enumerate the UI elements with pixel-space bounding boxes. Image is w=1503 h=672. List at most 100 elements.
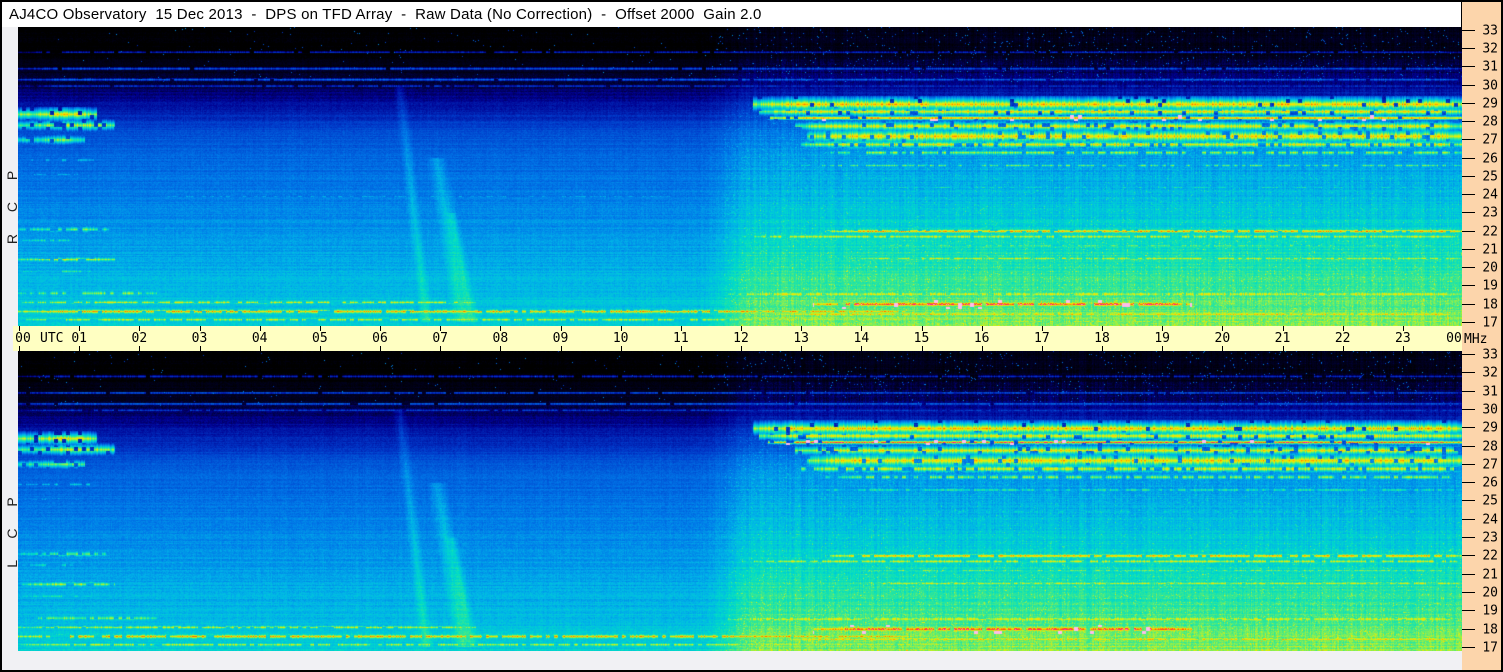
rcp-spectrogram-panel: [18, 27, 1462, 326]
frequency-tick: [1462, 230, 1475, 232]
time-tick-label: 20: [1214, 331, 1231, 346]
frequency-tick-label: 23: [1482, 205, 1498, 221]
frequency-tick: [1462, 48, 1475, 50]
frequency-tick-label: 28: [1482, 114, 1498, 130]
frequency-tick: [1462, 321, 1475, 323]
spectrograph-window: AJ4CO Observatory 15 Dec 2013 - DPS on T…: [0, 0, 1503, 672]
time-tick-label: 17: [1034, 331, 1050, 346]
time-tick-label: 14: [853, 331, 870, 346]
frequency-tick: [1462, 573, 1475, 575]
frequency-tick: [1462, 427, 1475, 429]
frequency-tick-label: 32: [1482, 41, 1498, 57]
page-title: AJ4CO Observatory 15 Dec 2013 - DPS on T…: [9, 6, 762, 23]
frequency-tick-label: 19: [1482, 603, 1498, 619]
frequency-tick: [1462, 353, 1475, 355]
frequency-tick-label: 25: [1482, 169, 1498, 185]
frequency-tick: [1462, 390, 1475, 392]
frequency-tick: [1462, 267, 1475, 269]
frequency-tick-label: 31: [1482, 384, 1498, 400]
frequency-tick-label: 25: [1482, 493, 1498, 509]
frequency-tick-label: 33: [1482, 347, 1498, 363]
frequency-tick-label: 24: [1482, 187, 1498, 203]
time-tick-label: 03: [191, 331, 208, 346]
time-tick-label: 08: [492, 331, 509, 346]
lcp-spectrogram-panel: [18, 351, 1462, 651]
frequency-tick: [1462, 121, 1475, 123]
frequency-tick-label: 20: [1482, 585, 1498, 601]
time-tick-label: 06: [372, 331, 388, 346]
frequency-tick: [1462, 212, 1475, 214]
frequency-tick: [1462, 445, 1475, 447]
frequency-tick-label: 21: [1482, 242, 1498, 258]
time-tick-label: 12: [733, 331, 749, 346]
frequency-tick: [1462, 84, 1475, 86]
frequency-tick: [1462, 29, 1475, 31]
time-axis-unit-label: UTC: [40, 331, 64, 346]
time-tick-label: 09: [552, 331, 569, 346]
frequency-tick-label: 26: [1482, 151, 1498, 167]
frequency-tick: [1462, 372, 1475, 374]
frequency-tick: [1462, 139, 1475, 141]
rcp-spectrogram-canvas: [18, 27, 1462, 326]
time-axis: UTC 00 01 02 03 04 05 06 07 08 09 10 11 12 13 14 15 16 17…: [13, 326, 1464, 351]
frequency-tick-label: 17: [1482, 640, 1498, 656]
frequency-axis-unit-label: MHz: [1464, 332, 1488, 347]
polarization-label-rcp: R C P: [4, 161, 20, 245]
frequency-tick-label: 22: [1482, 548, 1498, 564]
frequency-tick-label: 18: [1482, 622, 1498, 638]
frequency-tick: [1462, 102, 1475, 104]
frequency-tick-label: 29: [1482, 420, 1498, 436]
time-tick-label: 18: [1094, 331, 1110, 346]
frequency-tick: [1462, 646, 1475, 648]
frequency-tick-label: 31: [1482, 59, 1498, 75]
time-tick-label: 21: [1274, 331, 1291, 346]
frequency-tick-label: 18: [1482, 297, 1498, 313]
time-tick-label: 16: [973, 331, 990, 346]
lcp-spectrogram-canvas: [18, 351, 1462, 651]
frequency-tick: [1462, 610, 1475, 612]
frequency-tick: [1462, 500, 1475, 502]
time-tick-label: 05: [312, 331, 328, 346]
frequency-axis: MHz 33 32 31 30 29 28 27 26 25 24 23 22 21 20 19 18 17 33…: [1462, 2, 1501, 670]
title-bar: AJ4CO Observatory 15 Dec 2013 - DPS on T…: [2, 2, 1461, 27]
frequency-tick-label: 21: [1482, 567, 1498, 583]
frequency-tick-label: 19: [1482, 278, 1498, 294]
frequency-tick: [1462, 194, 1475, 196]
frequency-tick-label: 26: [1482, 475, 1498, 491]
frequency-tick: [1462, 66, 1475, 68]
frequency-tick-label: 29: [1482, 96, 1498, 112]
time-tick-label: 22: [1334, 331, 1351, 346]
frequency-tick: [1462, 408, 1475, 410]
frequency-tick-label: 22: [1482, 224, 1498, 240]
bottom-margin: [2, 651, 1462, 670]
frequency-tick: [1462, 463, 1475, 465]
time-tick-label: 10: [612, 331, 629, 346]
frequency-tick-label: 30: [1482, 78, 1498, 94]
frequency-tick-label: 23: [1482, 530, 1498, 546]
time-tick-label: 23: [1395, 331, 1411, 346]
frequency-tick: [1462, 175, 1475, 177]
frequency-tick: [1462, 482, 1475, 484]
frequency-tick-label: 32: [1482, 365, 1498, 381]
frequency-tick-label: 27: [1482, 132, 1498, 148]
frequency-tick: [1462, 628, 1475, 630]
frequency-tick-label: 27: [1482, 457, 1498, 473]
time-tick-label: 15: [913, 331, 930, 346]
time-tick-label: 11: [673, 331, 689, 346]
time-tick-label: 00: [15, 331, 31, 346]
time-tick-label: 13: [793, 331, 809, 346]
time-tick-label: 00: [1446, 331, 1462, 346]
frequency-tick-label: 20: [1482, 260, 1498, 276]
time-tick-label: 19: [1154, 331, 1170, 346]
frequency-tick-label: 24: [1482, 512, 1498, 528]
polarization-label-lcp: L C P: [4, 488, 20, 568]
frequency-tick: [1462, 518, 1475, 520]
frequency-tick: [1462, 555, 1475, 557]
time-tick-label: 07: [432, 331, 448, 346]
frequency-tick: [1462, 157, 1475, 159]
frequency-tick: [1462, 537, 1475, 539]
frequency-tick: [1462, 592, 1475, 594]
time-tick-label: 01: [71, 331, 87, 346]
frequency-tick-label: 28: [1482, 439, 1498, 454]
frequency-tick-label: 33: [1482, 23, 1498, 39]
